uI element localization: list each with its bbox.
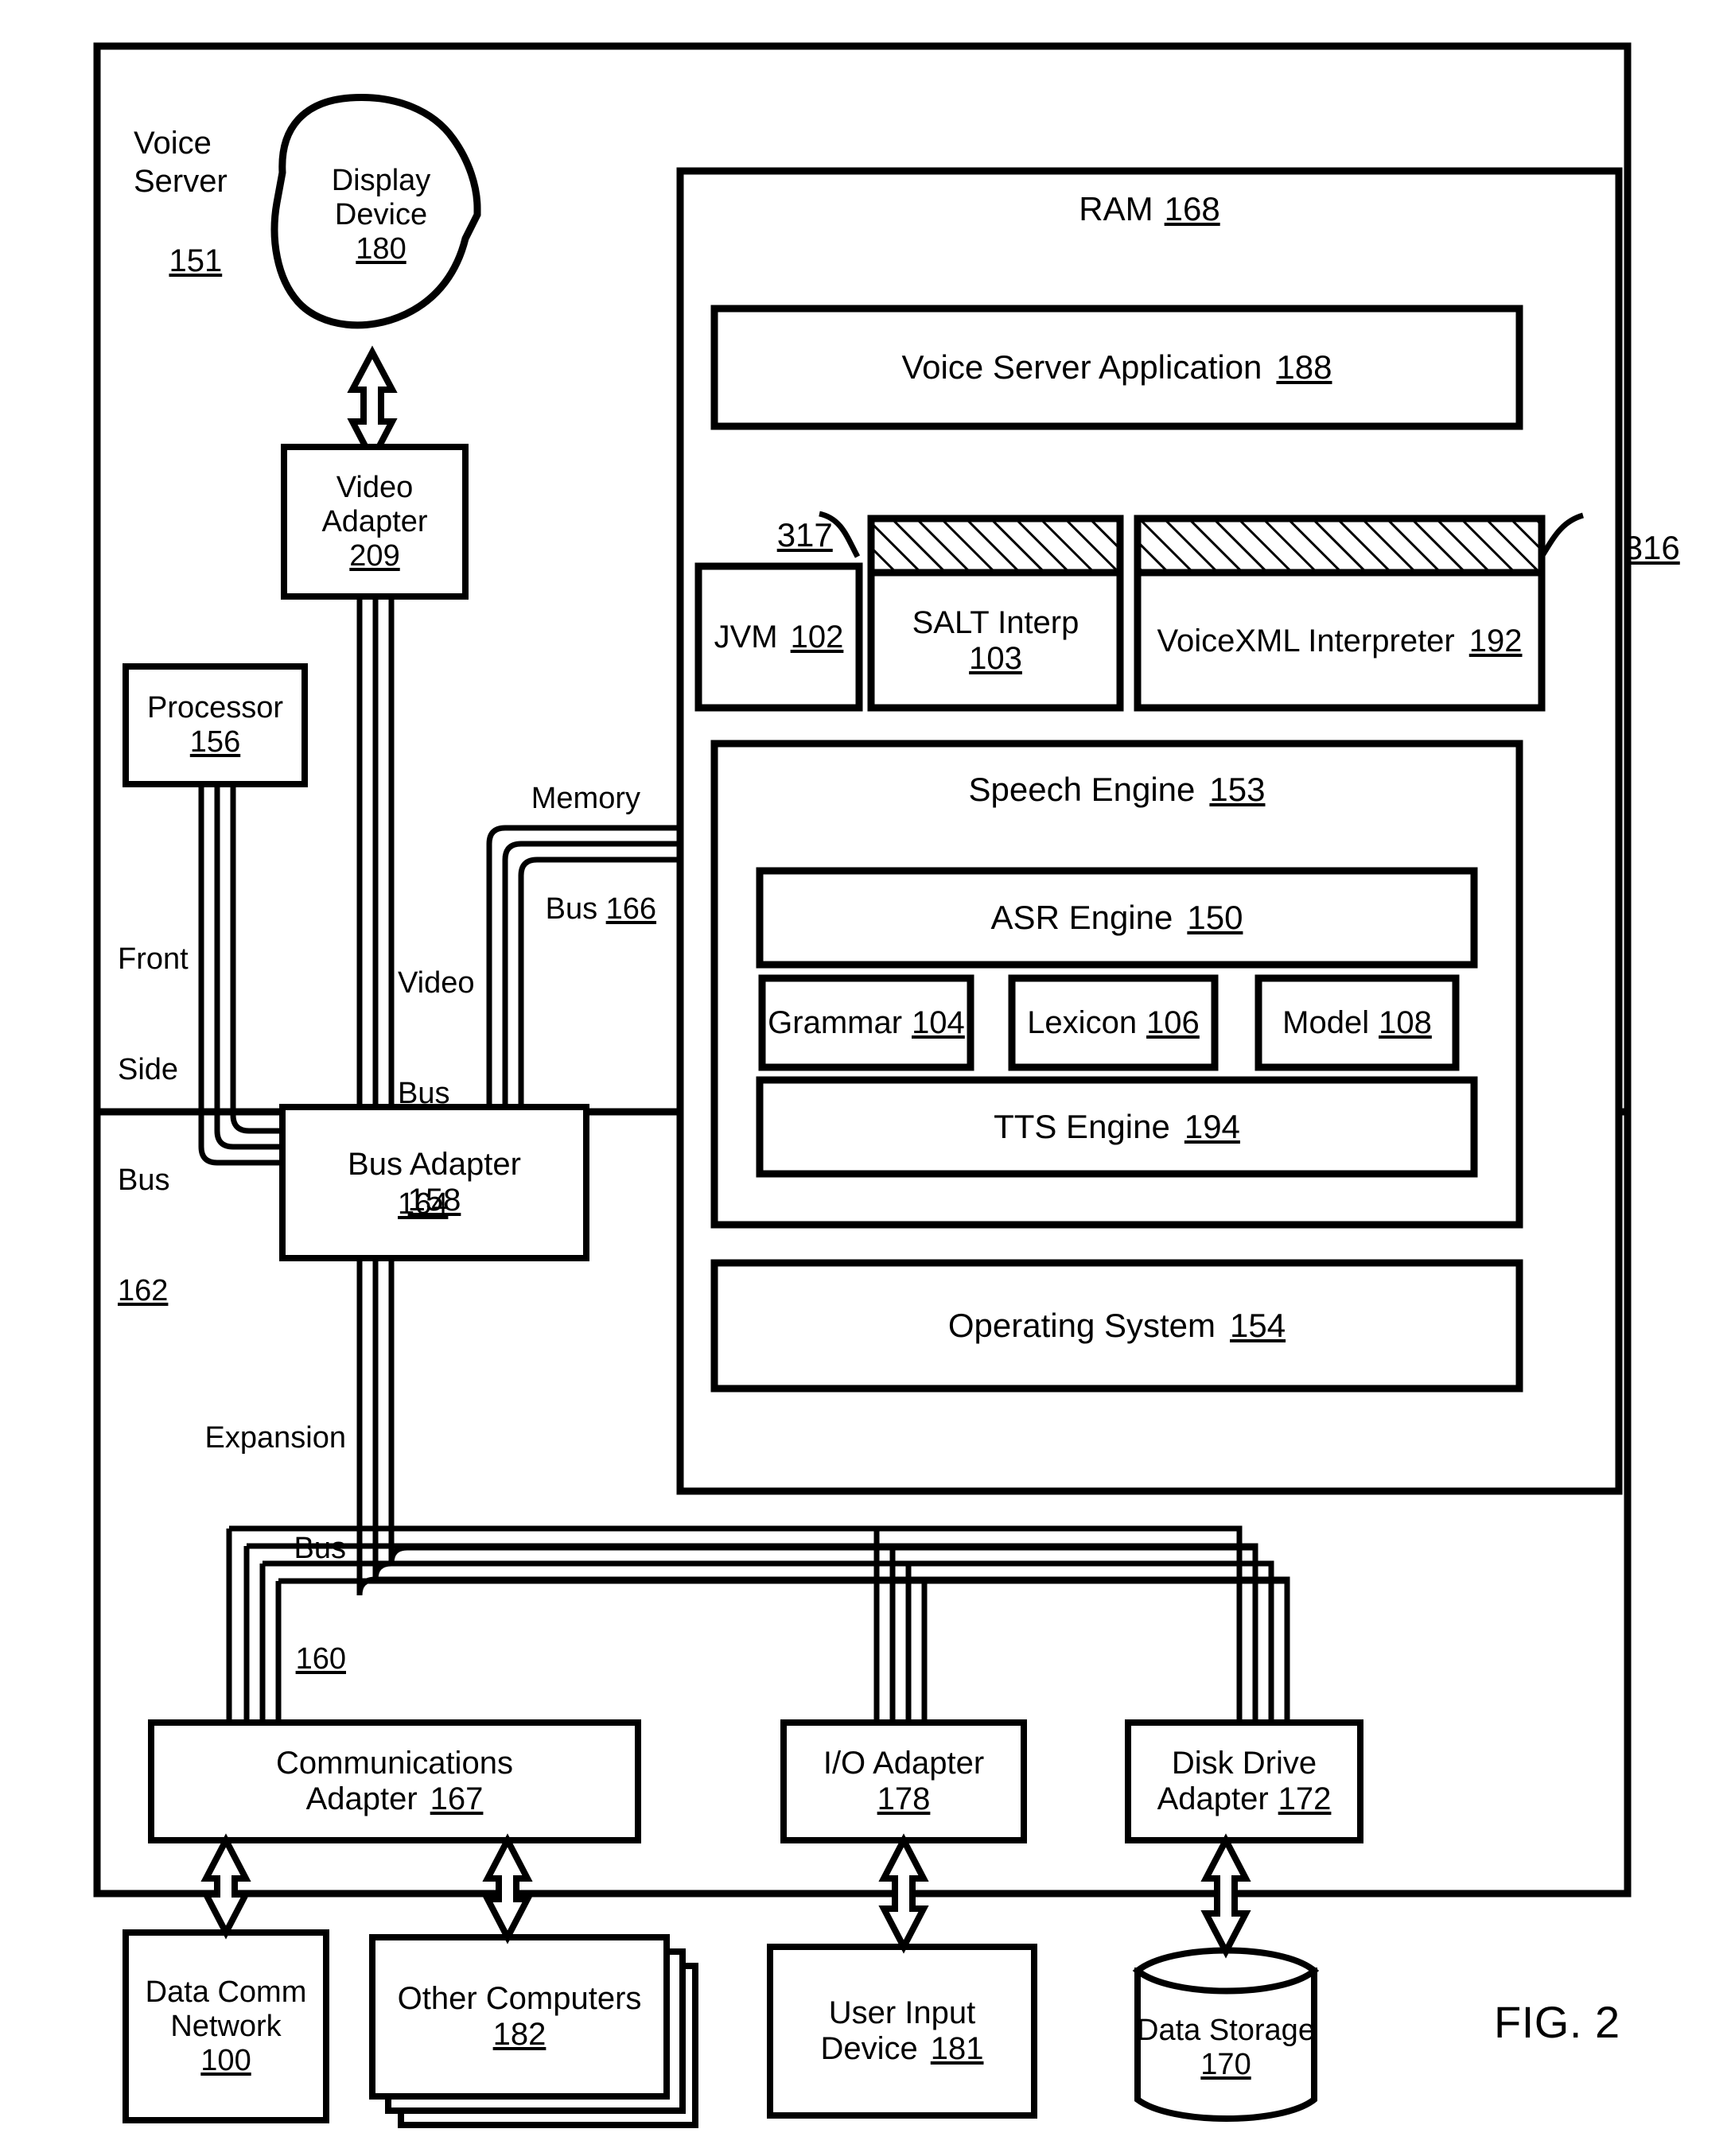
- salt-interp-hatch-bar: [867, 515, 1124, 577]
- other-computers-box: [369, 1934, 670, 2100]
- figure-caption: FIG. 2: [1494, 1997, 1620, 2047]
- data-comm-network-box: [123, 1929, 329, 2123]
- lexicon-box: [1008, 974, 1219, 1071]
- jvm-box: [694, 562, 863, 712]
- user-input-device-box: [767, 1944, 1037, 2119]
- video-adapter-box: [281, 444, 469, 600]
- voice-server-application-box: [710, 305, 1523, 430]
- communications-adapter-box: [148, 1719, 641, 1843]
- model-box: [1254, 974, 1460, 1071]
- operating-system-box: [710, 1259, 1523, 1393]
- grammar-box: [758, 974, 974, 1071]
- io-adapter-box: [780, 1719, 1027, 1843]
- bus-adapter-box: [279, 1104, 589, 1261]
- arrow-comm-to-other-computers: [482, 1833, 533, 1944]
- voicexml-interpreter-hatch-bar: [1134, 515, 1546, 577]
- figure-canvas: Voice Server 151 Display Device 180 Vide…: [0, 0, 1731, 2156]
- tts-engine-box: [756, 1076, 1478, 1178]
- arrow-comm-to-network: [200, 1833, 251, 1940]
- diagram-svg: [93, 42, 1632, 2128]
- asr-engine-box: [756, 867, 1478, 969]
- processor-box: [123, 663, 308, 787]
- disk-drive-adapter-box: [1125, 1719, 1363, 1843]
